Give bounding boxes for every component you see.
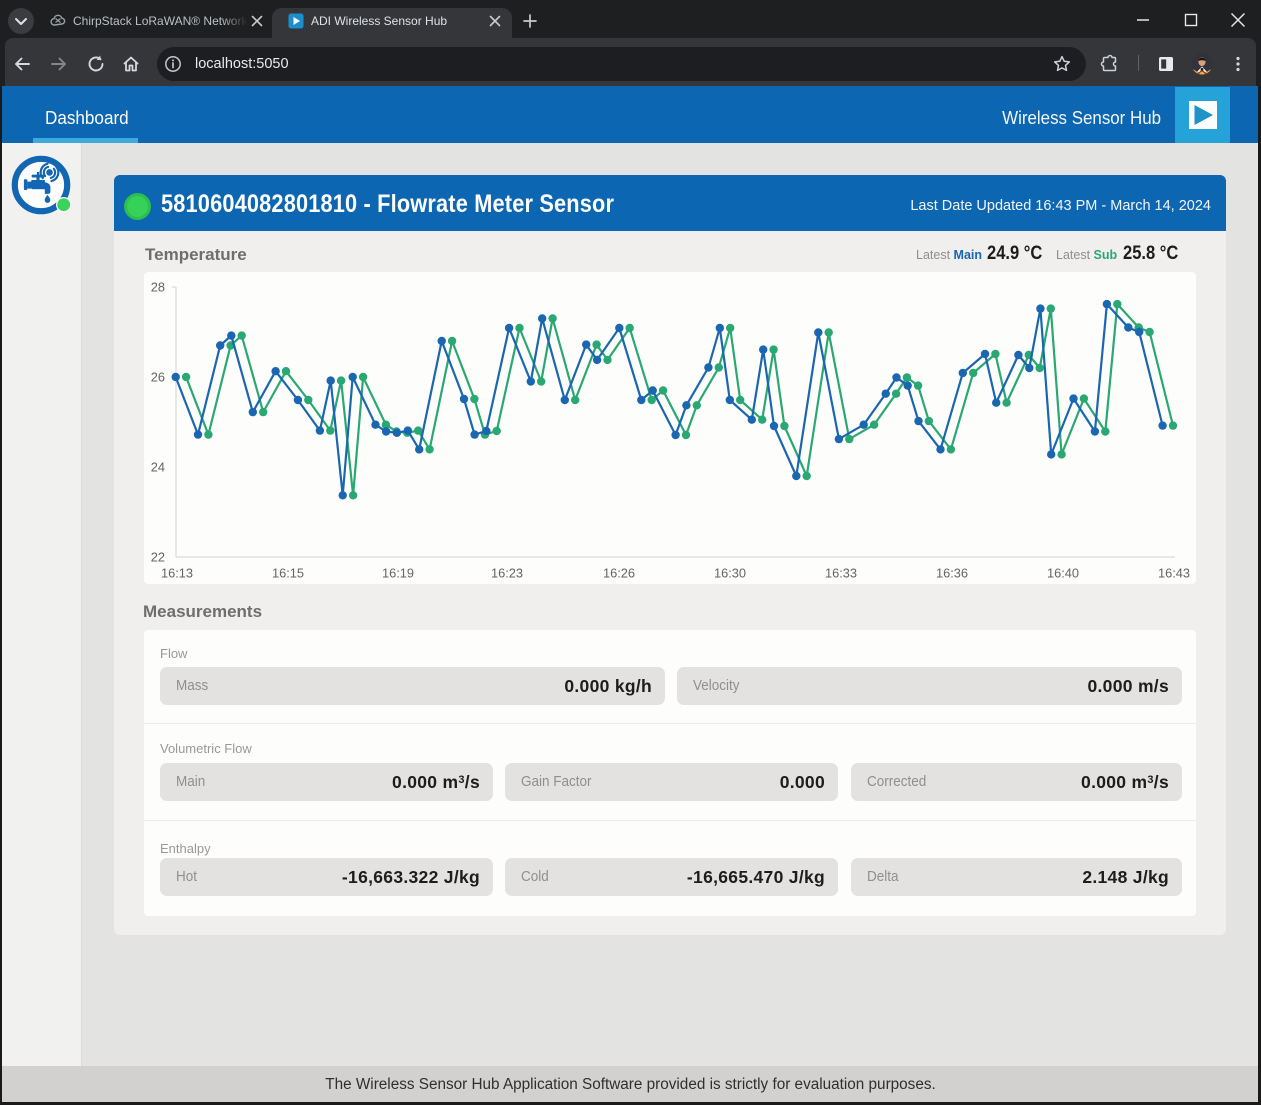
svg-text:16:33: 16:33 [825,566,857,581]
svg-text:22: 22 [151,550,165,565]
svg-text:16:19: 16:19 [382,566,414,581]
svg-text:24: 24 [151,460,165,475]
svg-text:16:26: 16:26 [603,566,635,581]
svg-text:16:13: 16:13 [161,566,193,581]
svg-text:16:30: 16:30 [714,566,746,581]
svg-text:16:36: 16:36 [936,566,968,581]
svg-text:16:23: 16:23 [491,566,523,581]
svg-text:16:40: 16:40 [1047,566,1079,581]
svg-text:28: 28 [151,280,165,295]
svg-text:16:43: 16:43 [1158,566,1190,581]
svg-text:16:15: 16:15 [272,566,304,581]
svg-text:26: 26 [151,370,165,385]
